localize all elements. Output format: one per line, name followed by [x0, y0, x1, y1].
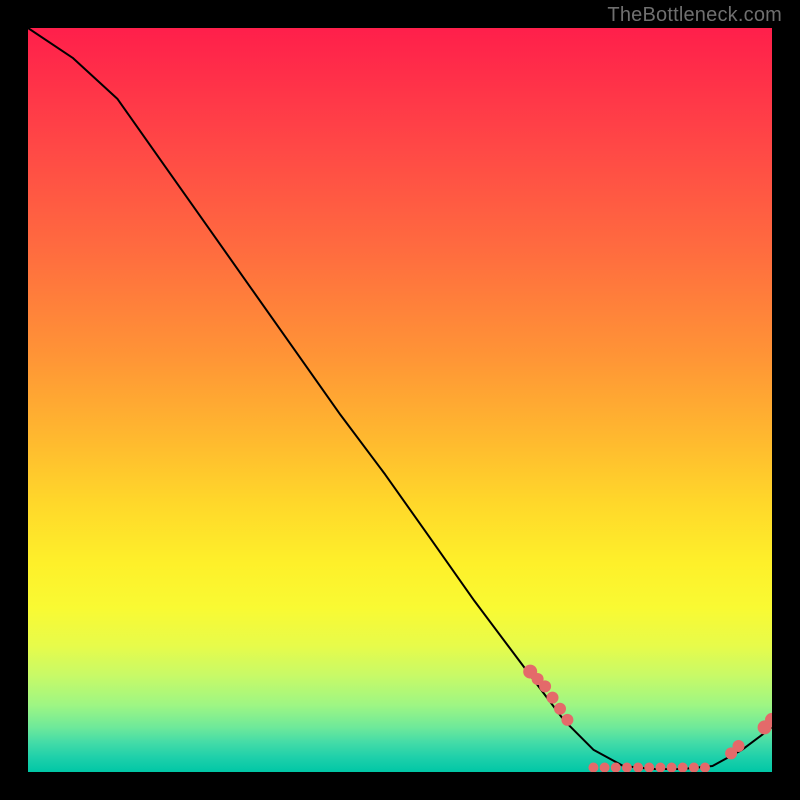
data-marker — [554, 703, 566, 715]
data-marker — [547, 692, 559, 704]
data-marker — [588, 763, 598, 773]
chart-overlay-svg — [28, 28, 772, 772]
watermark-text: TheBottleneck.com — [607, 4, 782, 27]
data-marker — [655, 763, 665, 773]
data-marker — [644, 763, 654, 773]
data-marker — [689, 763, 699, 773]
data-marker — [700, 763, 710, 773]
data-marker — [600, 763, 610, 773]
chart-container: TheBottleneck.com — [0, 0, 800, 800]
data-marker — [733, 740, 745, 752]
data-marker — [667, 763, 677, 773]
data-marker — [539, 680, 551, 692]
data-marker — [678, 763, 688, 773]
data-marker — [622, 763, 632, 773]
plot-area — [28, 28, 772, 772]
curve-line — [28, 28, 772, 769]
marker-group — [523, 665, 772, 772]
data-marker — [633, 763, 643, 773]
data-marker — [561, 714, 573, 726]
